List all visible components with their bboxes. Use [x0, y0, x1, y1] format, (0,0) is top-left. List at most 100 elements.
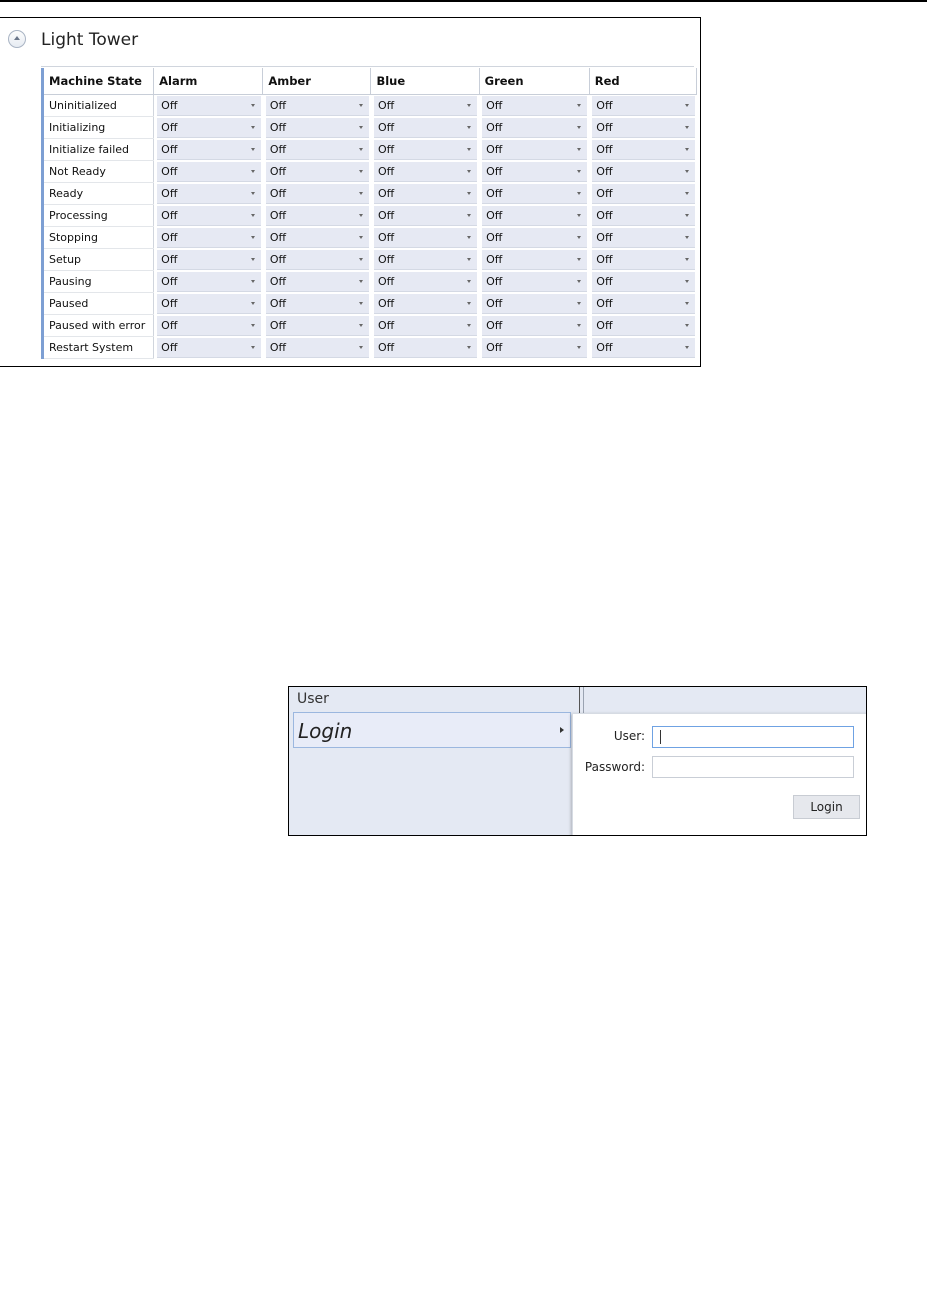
alarm-dropdown[interactable]: Off [157, 117, 261, 138]
green-dropdown[interactable]: Off [482, 315, 588, 336]
dropdown-arrow-icon [467, 323, 472, 327]
dropdown-value: Off [161, 98, 178, 112]
grid-cell-red: Off [589, 248, 697, 271]
green-dropdown[interactable]: Off [482, 205, 588, 226]
amber-dropdown[interactable]: Off [265, 161, 369, 182]
alarm-dropdown[interactable]: Off [157, 183, 261, 204]
red-dropdown[interactable]: Off [592, 337, 695, 358]
blue-dropdown[interactable]: Off [373, 205, 478, 226]
column-header-machine-state[interactable]: Machine State [42, 68, 155, 95]
menu-item-login-label: Login [298, 719, 353, 743]
red-dropdown[interactable]: Off [592, 139, 695, 160]
grid-cell-alarm: Off [153, 270, 263, 293]
blue-dropdown[interactable]: Off [373, 139, 478, 160]
login-button[interactable]: Login [793, 795, 860, 819]
column-header-green[interactable]: Green [479, 68, 590, 95]
dropdown-arrow-icon [684, 125, 689, 129]
dropdown-value: Off [596, 142, 613, 156]
amber-dropdown[interactable]: Off [265, 205, 369, 226]
red-dropdown[interactable]: Off [592, 293, 695, 314]
alarm-dropdown[interactable]: Off [157, 293, 261, 314]
red-dropdown[interactable]: Off [592, 183, 695, 204]
grid-cell-alarm: Off [153, 292, 263, 315]
alarm-dropdown[interactable]: Off [157, 95, 261, 116]
red-dropdown[interactable]: Off [592, 249, 695, 270]
green-dropdown[interactable]: Off [482, 271, 588, 292]
grid-cell-amber: Off [262, 116, 371, 139]
collapse-button[interactable] [8, 30, 26, 48]
password-input[interactable] [652, 756, 854, 778]
column-header-amber[interactable]: Amber [262, 68, 372, 95]
table-row: Initialize failed Off Off Off Off Off [42, 138, 697, 161]
red-dropdown[interactable]: Off [592, 271, 695, 292]
blue-dropdown[interactable]: Off [373, 117, 478, 138]
blue-dropdown[interactable]: Off [373, 337, 478, 358]
amber-dropdown[interactable]: Off [265, 139, 369, 160]
blue-dropdown[interactable]: Off [373, 315, 478, 336]
grid-cell-blue: Off [370, 314, 480, 337]
alarm-dropdown[interactable]: Off [157, 227, 261, 248]
grid-cell-alarm: Off [153, 182, 263, 205]
alarm-dropdown[interactable]: Off [157, 271, 261, 292]
amber-dropdown[interactable]: Off [265, 183, 369, 204]
blue-dropdown[interactable]: Off [373, 183, 478, 204]
green-dropdown[interactable]: Off [482, 117, 588, 138]
amber-dropdown[interactable]: Off [265, 315, 369, 336]
blue-dropdown[interactable]: Off [373, 271, 478, 292]
amber-dropdown[interactable]: Off [265, 95, 369, 116]
dropdown-value: Off [596, 98, 613, 112]
table-row: Uninitialized Off Off Off Off Off [42, 94, 697, 117]
grid-cell-green: Off [479, 94, 590, 117]
green-dropdown[interactable]: Off [482, 293, 588, 314]
blue-dropdown[interactable]: Off [373, 249, 478, 270]
alarm-dropdown[interactable]: Off [157, 337, 261, 358]
green-dropdown[interactable]: Off [482, 139, 588, 160]
machine-state-label: Paused [42, 292, 155, 315]
user-input[interactable] [652, 726, 854, 748]
alarm-dropdown[interactable]: Off [157, 161, 261, 182]
dropdown-arrow-icon [467, 257, 472, 261]
amber-dropdown[interactable]: Off [265, 293, 369, 314]
alarm-dropdown[interactable]: Off [157, 139, 261, 160]
amber-dropdown[interactable]: Off [265, 249, 369, 270]
red-dropdown[interactable]: Off [592, 117, 695, 138]
grid-cell-blue: Off [370, 336, 480, 359]
light-tower-panel: Light Tower Machine State Alarm Amber Bl… [0, 17, 701, 367]
dropdown-value: Off [377, 340, 395, 354]
blue-dropdown[interactable]: Off [373, 227, 478, 248]
menu-item-login[interactable]: Login [293, 712, 571, 748]
dropdown-value: Off [269, 142, 287, 156]
dropdown-value: Off [269, 252, 287, 266]
green-dropdown[interactable]: Off [482, 337, 588, 358]
grid-cell-amber: Off [262, 226, 371, 249]
amber-dropdown[interactable]: Off [265, 117, 369, 138]
alarm-dropdown[interactable]: Off [157, 249, 261, 270]
green-dropdown[interactable]: Off [482, 227, 588, 248]
column-header-alarm[interactable]: Alarm [153, 68, 264, 95]
blue-dropdown[interactable]: Off [373, 161, 478, 182]
blue-dropdown[interactable]: Off [373, 95, 478, 116]
dropdown-value: Off [377, 230, 395, 244]
amber-dropdown[interactable]: Off [265, 337, 369, 358]
red-dropdown[interactable]: Off [592, 95, 695, 116]
green-dropdown[interactable]: Off [482, 95, 588, 116]
green-dropdown[interactable]: Off [482, 183, 588, 204]
green-dropdown[interactable]: Off [482, 249, 588, 270]
light-tower-grid: Machine State Alarm Amber Blue Green Red… [41, 68, 698, 359]
column-header-blue[interactable]: Blue [370, 68, 480, 95]
red-dropdown[interactable]: Off [592, 315, 695, 336]
grid-cell-amber: Off [262, 160, 371, 183]
green-dropdown[interactable]: Off [482, 161, 588, 182]
menu-separator-secondary [583, 687, 584, 713]
red-dropdown[interactable]: Off [592, 161, 695, 182]
column-header-red[interactable]: Red [589, 68, 698, 95]
dropdown-value: Off [486, 208, 503, 222]
user-menu-panel: User Login User: Password: Login [288, 686, 867, 836]
alarm-dropdown[interactable]: Off [157, 205, 261, 226]
alarm-dropdown[interactable]: Off [157, 315, 261, 336]
amber-dropdown[interactable]: Off [265, 227, 369, 248]
red-dropdown[interactable]: Off [592, 205, 695, 226]
amber-dropdown[interactable]: Off [265, 271, 369, 292]
red-dropdown[interactable]: Off [592, 227, 695, 248]
blue-dropdown[interactable]: Off [373, 293, 478, 314]
